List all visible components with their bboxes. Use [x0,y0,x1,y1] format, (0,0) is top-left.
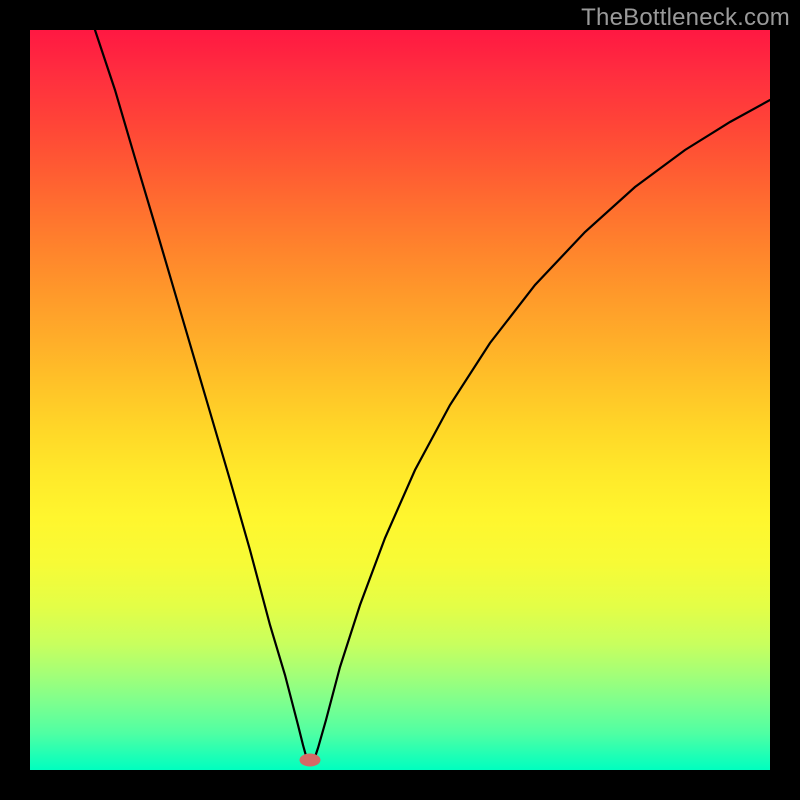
chart-frame: TheBottleneck.com [0,0,800,800]
curve-svg [30,30,770,770]
plot-area [30,30,770,770]
bottleneck-curve [95,30,770,763]
minimum-marker [300,754,320,766]
watermark-text: TheBottleneck.com [581,4,790,32]
